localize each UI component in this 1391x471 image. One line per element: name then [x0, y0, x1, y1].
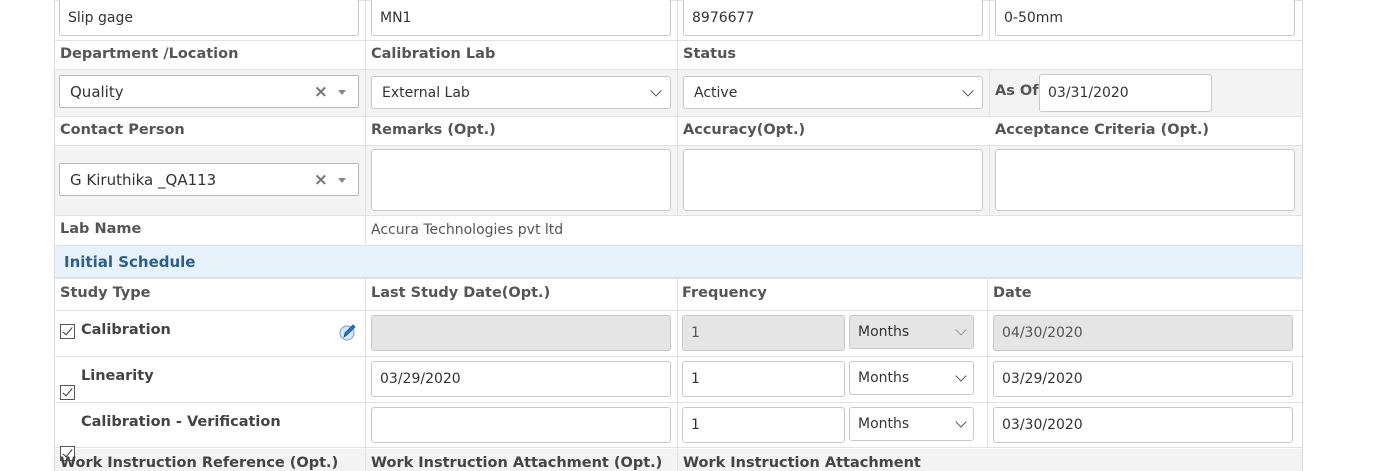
work-instruction-attachment-label: Work Instruction Attachment — [683, 455, 921, 471]
frequency-unit-value: Months — [858, 370, 910, 386]
col-divider — [989, 69, 990, 116]
status-select[interactable]: Active — [683, 76, 983, 109]
department-select[interactable]: Quality × — [59, 75, 359, 108]
last-study-date-input[interactable]: 03/29/2020 — [371, 361, 671, 397]
col-divider — [365, 278, 366, 448]
col-divider — [987, 278, 988, 448]
row2-label-bg — [55, 40, 1302, 69]
as-of-date-input[interactable]: 03/31/2020 — [1039, 74, 1212, 112]
instrument-name-input[interactable]: Slip gage — [59, 0, 359, 36]
status-value: Active — [694, 84, 738, 101]
department-label: Department /Location — [60, 46, 239, 62]
frequency-input[interactable]: 1 — [682, 361, 845, 397]
schedule-header-bg — [55, 278, 1302, 310]
as-of-label: As Of — [995, 83, 1039, 99]
accuracy-label: Accuracy(Opt.) — [683, 122, 806, 138]
contact-person-label: Contact Person — [60, 122, 185, 138]
accuracy-textarea[interactable] — [683, 149, 983, 211]
chevron-down-icon — [962, 84, 974, 97]
calibration-lab-label: Calibration Lab — [371, 46, 496, 62]
frequency-input[interactable]: 1 — [682, 407, 845, 443]
col-divider — [365, 215, 366, 244]
remarks-label: Remarks (Opt.) — [371, 122, 496, 138]
schedule-date-input[interactable]: 04/30/2020 — [993, 315, 1293, 351]
col-divider — [365, 449, 366, 471]
date-header: Date — [993, 285, 1032, 301]
frequency-input[interactable]: 1 — [682, 315, 845, 351]
col-divider — [677, 0, 678, 215]
contact-person-select[interactable]: G Kiruthika _QA113 × — [59, 163, 359, 196]
schedule-date-input[interactable]: 03/29/2020 — [993, 361, 1293, 397]
chevron-down-icon — [650, 84, 662, 97]
dropdown-arrow-icon[interactable] — [338, 177, 346, 183]
department-value: Quality — [70, 82, 124, 101]
labname-row-bg — [55, 215, 1302, 244]
calibration-lab-select[interactable]: External Lab — [371, 76, 671, 109]
schedule-date-input[interactable]: 03/30/2020 — [993, 407, 1293, 443]
last-study-date-header: Last Study Date(Opt.) — [371, 285, 551, 301]
col-divider — [989, 145, 990, 215]
frequency-unit-value: Months — [858, 324, 910, 340]
frequency-unit-select[interactable]: Months — [849, 361, 974, 395]
last-study-date-input[interactable] — [371, 407, 671, 443]
edit-pencil-icon[interactable] — [338, 322, 358, 342]
calibration-lab-value: External Lab — [382, 84, 470, 101]
serial-number-input[interactable]: 8976677 — [683, 0, 983, 36]
clear-icon[interactable]: × — [314, 82, 328, 102]
frequency-header: Frequency — [682, 285, 767, 301]
lab-name-value: Accura Technologies pvt ltd — [371, 222, 564, 238]
lab-name-label: Lab Name — [60, 221, 142, 237]
col-divider — [677, 449, 678, 471]
chevron-down-icon — [955, 370, 967, 382]
frequency-unit-select[interactable]: Months — [849, 407, 974, 441]
col-divider — [677, 278, 678, 448]
dropdown-arrow-icon[interactable] — [338, 89, 346, 95]
work-instruction-attachment-opt-label: Work Instruction Attachment (Opt.) — [371, 455, 663, 471]
linearity-checkbox[interactable] — [60, 385, 75, 400]
acceptance-criteria-label: Acceptance Criteria (Opt.) — [995, 122, 1210, 138]
clear-icon[interactable]: × — [314, 170, 328, 190]
col-divider — [365, 0, 366, 215]
contact-person-value: G Kiruthika _QA113 — [70, 170, 217, 189]
col-divider — [989, 0, 990, 40]
remarks-textarea[interactable] — [371, 149, 671, 211]
chevron-down-icon — [955, 416, 967, 428]
study-type-name: Calibration - Verification — [81, 414, 281, 430]
last-study-date-input[interactable] — [371, 315, 671, 351]
acceptance-criteria-textarea[interactable] — [995, 149, 1295, 211]
study-type-header: Study Type — [60, 285, 151, 301]
status-label: Status — [683, 46, 737, 62]
range-input[interactable]: 0-50mm — [995, 0, 1295, 36]
work-instruction-reference-label: Work Instruction Reference (Opt.) — [60, 455, 339, 471]
study-type-name: Linearity — [81, 368, 154, 384]
model-input[interactable]: MN1 — [371, 0, 671, 36]
initial-schedule-header: Initial Schedule — [55, 245, 1302, 278]
frequency-unit-select[interactable]: Months — [849, 315, 974, 349]
study-type-name: Calibration — [81, 322, 171, 338]
chevron-down-icon — [955, 324, 967, 336]
frequency-unit-value: Months — [858, 416, 910, 432]
calibration-checkbox[interactable] — [60, 324, 75, 339]
